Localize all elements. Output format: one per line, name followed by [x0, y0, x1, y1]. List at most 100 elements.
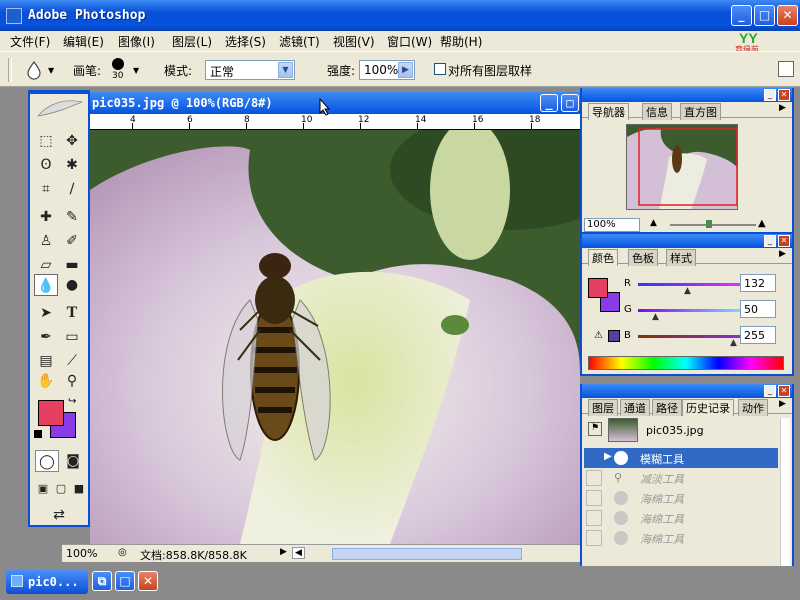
type-tool-icon[interactable]: T — [60, 302, 84, 324]
panel-close-button[interactable]: ✕ — [778, 235, 790, 247]
maximize-button[interactable]: □ — [754, 5, 775, 26]
strength-input[interactable]: 100% ▶ — [359, 60, 415, 80]
slice-tool-icon[interactable]: ∕ — [60, 178, 84, 200]
history-item[interactable]: ⚲ 减淡工具 — [584, 468, 778, 488]
history-item[interactable]: 海绵工具 — [584, 508, 778, 528]
tab-layers[interactable]: 图层 — [588, 399, 618, 416]
panel-menu-arrow[interactable]: ▶ — [776, 249, 789, 259]
tab-histogram[interactable]: 直方图 — [680, 103, 721, 120]
doc-minimize-button[interactable]: _ — [540, 94, 558, 112]
navigator-thumbnail[interactable] — [626, 124, 738, 210]
panel-menu-arrow[interactable]: ▶ — [776, 399, 789, 409]
tab-paths[interactable]: 路径 — [652, 399, 682, 416]
marquee-tool-icon[interactable]: ⬚ — [34, 130, 58, 152]
history-brush-source-box[interactable] — [586, 490, 602, 506]
brush-dropdown-arrow[interactable]: ▼ — [133, 66, 139, 75]
minimized-document-button[interactable]: pic0... — [6, 570, 88, 594]
navigator-zoom-input[interactable]: 100% — [584, 218, 640, 232]
standard-mode-icon[interactable]: ◯ — [35, 450, 59, 472]
image-canvas[interactable] — [90, 130, 580, 544]
zoom-in-icon[interactable]: ▲ — [758, 218, 766, 229]
g-value-input[interactable]: 50 — [740, 300, 776, 318]
close-button[interactable]: ✕ — [777, 5, 798, 26]
navigator-slider-handle[interactable] — [706, 220, 712, 228]
snapshot-label[interactable]: pic035.jpg — [646, 424, 704, 437]
navigator-zoom-slider[interactable] — [670, 224, 756, 226]
move-tool-icon[interactable]: ✥ — [60, 130, 84, 152]
tab-color[interactable]: 颜色 — [588, 249, 618, 266]
crop-tool-icon[interactable]: ⌗ — [34, 178, 58, 200]
menu-layer[interactable]: 图层(L) — [172, 33, 212, 50]
history-brush-source-icon[interactable]: ⚑ — [588, 422, 602, 436]
screen-mode-menu-icon[interactable]: ▢ — [52, 478, 70, 500]
close-button[interactable]: ✕ — [138, 571, 158, 591]
panel-menu-arrow[interactable]: ▶ — [776, 103, 789, 113]
menu-window[interactable]: 窗口(W) — [387, 33, 432, 50]
hand-tool-icon[interactable]: ✋ — [34, 370, 58, 392]
panel-minimize-button[interactable]: _ — [764, 89, 776, 101]
swap-colors-icon[interactable]: ↪ — [68, 396, 76, 407]
menu-edit[interactable]: 编辑(E) — [63, 33, 104, 50]
r-value-input[interactable]: 132 — [740, 274, 776, 292]
b-value-input[interactable]: 255 — [740, 326, 776, 344]
panel-close-button[interactable]: ✕ — [778, 89, 790, 101]
tab-info[interactable]: 信息 — [642, 103, 672, 120]
eraser-tool-icon[interactable]: ▱ — [34, 254, 58, 276]
healing-brush-tool-icon[interactable]: ✚ — [34, 206, 58, 228]
zoom-tool-icon[interactable]: ⚲ — [60, 370, 84, 392]
foreground-color-swatch[interactable] — [38, 400, 64, 426]
screen-mode-standard-icon[interactable]: ▣ — [34, 478, 52, 500]
tab-swatches[interactable]: 色板 — [628, 249, 658, 266]
history-item[interactable]: 海绵工具 — [584, 488, 778, 508]
brush-preview-icon[interactable] — [112, 58, 124, 70]
tab-history[interactable]: 历史记录 — [682, 399, 734, 416]
blur-tool-icon[interactable] — [24, 60, 44, 80]
menu-image[interactable]: 图像(I) — [118, 33, 155, 50]
gradient-tool-icon[interactable]: ▬ — [60, 254, 84, 276]
notes-tool-icon[interactable]: ▤ — [34, 350, 58, 372]
pen-tool-icon[interactable]: ✒ — [34, 326, 58, 348]
mode-select[interactable]: 正常 ▼ — [205, 60, 295, 80]
menu-select[interactable]: 选择(S) — [225, 33, 266, 50]
default-colors-icon[interactable] — [34, 430, 42, 438]
sample-all-layers-checkbox[interactable] — [434, 63, 446, 75]
maximize-button[interactable]: □ — [115, 571, 135, 591]
zoom-level[interactable]: 100% — [66, 547, 97, 560]
snapshot-thumbnail[interactable] — [608, 418, 638, 442]
color-ramp[interactable] — [588, 356, 784, 370]
status-arrow-icon[interactable]: ◎ — [118, 547, 127, 558]
tab-actions[interactable]: 动作 — [738, 399, 768, 416]
history-scrollbar[interactable] — [780, 418, 790, 568]
dodge-tool-icon[interactable]: ● — [60, 274, 84, 296]
g-slider-handle[interactable]: ▲ — [652, 312, 659, 322]
tab-navigator[interactable]: 导航器 — [588, 103, 629, 120]
panel-close-button[interactable]: ✕ — [778, 385, 790, 397]
history-brush-source-box[interactable] — [586, 510, 602, 526]
menu-help[interactable]: 帮助(H) — [440, 33, 482, 50]
magic-wand-tool-icon[interactable]: ✱ — [60, 154, 84, 176]
blur-tool-icon[interactable]: 💧 — [34, 274, 58, 296]
quick-mask-mode-icon[interactable]: ◙ — [61, 450, 85, 472]
screen-mode-full-icon[interactable]: ■ — [70, 478, 88, 500]
clone-stamp-tool-icon[interactable]: ♙ — [34, 230, 58, 252]
history-brush-source-box[interactable] — [586, 470, 602, 486]
status-menu-arrow[interactable]: ▶ — [280, 547, 287, 557]
r-slider-handle[interactable]: ▲ — [684, 286, 691, 296]
path-selection-tool-icon[interactable]: ➤ — [34, 302, 58, 324]
palette-well-icon[interactable] — [778, 61, 794, 77]
history-brush-source-box[interactable] — [586, 530, 602, 546]
lasso-tool-icon[interactable]: ʘ — [34, 154, 58, 176]
menu-view[interactable]: 视图(V) — [333, 33, 375, 50]
history-item[interactable]: 海绵工具 — [584, 528, 778, 548]
horizontal-scrollbar[interactable] — [332, 548, 522, 560]
doc-maximize-button[interactable]: □ — [561, 94, 579, 112]
tab-styles[interactable]: 样式 — [666, 249, 696, 266]
menu-file[interactable]: 文件(F) — [10, 33, 50, 50]
scroll-left-button[interactable]: ◀ — [292, 547, 305, 559]
foreground-color-swatch[interactable] — [588, 278, 608, 298]
eyedropper-tool-icon[interactable]: ⟋ — [60, 350, 84, 372]
panel-minimize-button[interactable]: _ — [764, 385, 776, 397]
history-item[interactable]: ▶ 模糊工具 — [584, 448, 778, 468]
gamut-color-swatch[interactable] — [608, 330, 620, 342]
feather-icon[interactable] — [34, 96, 86, 120]
